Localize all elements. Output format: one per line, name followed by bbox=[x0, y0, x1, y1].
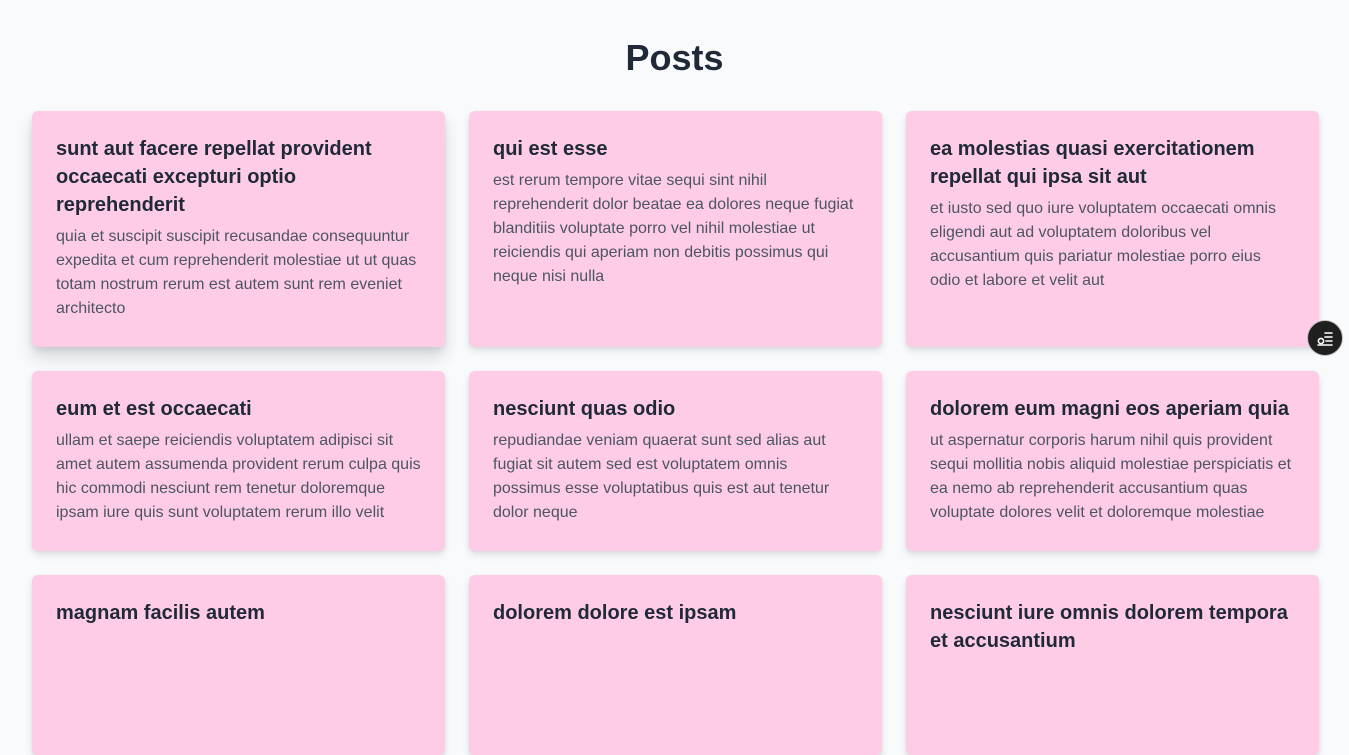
post-body: quia et suscipit suscipit recusandae con… bbox=[56, 228, 417, 317]
post-card[interactable]: dolorem dolore est ipsam bbox=[469, 575, 882, 755]
post-card[interactable]: nesciunt iure omnis dolorem tempora et a… bbox=[906, 575, 1319, 755]
post-body: repudiandae veniam quaerat sunt sed alia… bbox=[493, 432, 830, 521]
post-body: ut aspernatur corporis harum nihil quis … bbox=[930, 432, 1292, 521]
posts-grid: sunt aut facere repellat provident occae… bbox=[32, 111, 1319, 755]
post-title: qui est esse bbox=[493, 138, 608, 160]
post-title: magnam facilis autem bbox=[56, 602, 265, 624]
post-body: est rerum tempore vitae sequi sint nihil… bbox=[493, 172, 854, 285]
post-body: ullam et saepe reiciendis voluptatem adi… bbox=[56, 432, 421, 521]
post-title: dolorem dolore est ipsam bbox=[493, 602, 737, 624]
post-card[interactable]: qui est esse est rerum tempore vitae seq… bbox=[469, 111, 882, 347]
page-title: Posts bbox=[625, 37, 724, 78]
settings-toggle-icon bbox=[1317, 332, 1333, 346]
post-card[interactable]: ea molestias quasi exercitationem repell… bbox=[906, 111, 1319, 347]
post-title: dolorem eum magni eos aperiam quia bbox=[930, 398, 1289, 420]
post-card[interactable]: nesciunt quas odio repudiandae veniam qu… bbox=[469, 371, 882, 551]
post-card[interactable]: dolorem eum magni eos aperiam quia ut as… bbox=[906, 371, 1319, 551]
post-body: et iusto sed quo iure voluptatem occaeca… bbox=[930, 200, 1276, 289]
post-card[interactable]: magnam facilis autem bbox=[32, 575, 445, 755]
post-title: ea molestias quasi exercitationem repell… bbox=[930, 138, 1255, 188]
post-title: nesciunt quas odio bbox=[493, 398, 676, 420]
post-card[interactable]: sunt aut facere repellat provident occae… bbox=[32, 111, 445, 347]
post-title: nesciunt iure omnis dolorem tempora et a… bbox=[930, 602, 1288, 652]
floating-toggle-button[interactable] bbox=[1307, 320, 1343, 356]
post-title: sunt aut facere repellat provident occae… bbox=[56, 138, 372, 216]
post-title: eum et est occaecati bbox=[56, 398, 252, 420]
post-card[interactable]: eum et est occaecati ullam et saepe reic… bbox=[32, 371, 445, 551]
